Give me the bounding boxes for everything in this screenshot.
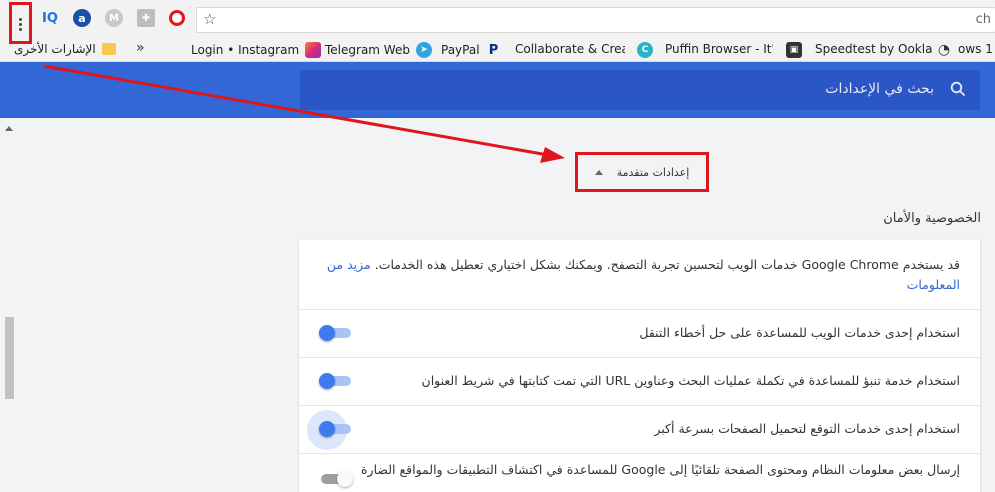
chrome-settings-window: IQ a M ✚ ☆ ch الإشارات الأخرى » Login • … [0,0,995,492]
annotation-arrow [43,64,565,163]
